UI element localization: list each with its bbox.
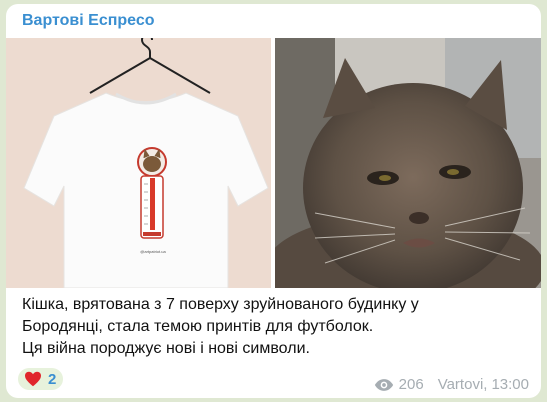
caption-line: Ця війна породжує нові і нові символи. xyxy=(22,340,310,357)
cat-photo[interactable] xyxy=(275,38,541,288)
eye-icon xyxy=(374,378,393,391)
caption-line: Бородянці, стала темою принтів для футбо… xyxy=(22,318,374,335)
post-time: 13:00 xyxy=(491,376,529,393)
post-caption: Кішка, врятована з 7 поверху зруйнованог… xyxy=(22,294,522,360)
channel-name[interactable]: Вартові Еспресо xyxy=(22,12,155,30)
tshirt-print-text: @artpatriot.ua xyxy=(140,249,166,254)
heart-reaction-button[interactable]: 2 xyxy=(18,368,63,390)
message-meta: 206 Vartovi, 13:00 xyxy=(374,376,529,393)
tshirt-photo[interactable]: @artpatriot.ua xyxy=(6,38,271,288)
caption-line: Кішка, врятована з 7 поверху зруйнованог… xyxy=(22,296,419,313)
post-author: Vartovi, xyxy=(437,376,488,393)
reaction-count: 2 xyxy=(48,370,57,388)
red-heart-icon xyxy=(25,371,41,387)
views-count: 206 xyxy=(398,376,424,393)
